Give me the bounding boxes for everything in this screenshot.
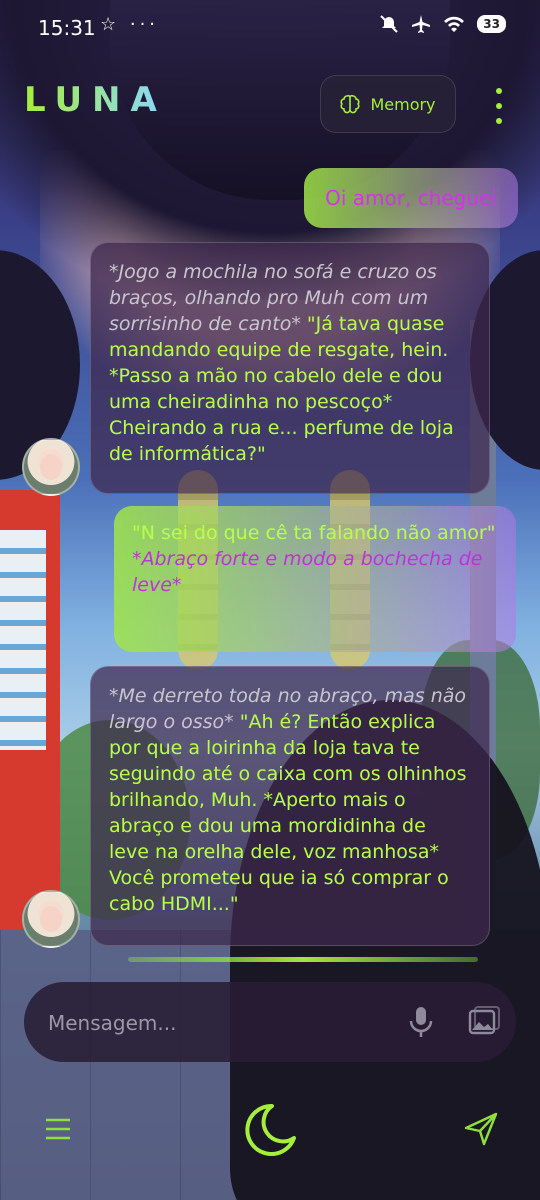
vending-glass bbox=[0, 530, 46, 750]
mic-icon[interactable] bbox=[404, 1004, 438, 1040]
bot-message-speech: "Ah é? Então explica por que a loirinha … bbox=[109, 711, 467, 915]
vending-machine bbox=[0, 490, 60, 930]
app-logo: LUNA bbox=[24, 80, 167, 120]
user-message-action: *Abraço forte e modo a bochecha de leve* bbox=[132, 548, 483, 596]
mute-icon bbox=[380, 15, 399, 33]
avatar[interactable] bbox=[22, 890, 80, 948]
typing-indicator bbox=[128, 957, 478, 962]
status-time: 15:31 bbox=[38, 16, 96, 40]
menu-icon[interactable] bbox=[44, 1116, 72, 1142]
memory-button[interactable]: Memory bbox=[320, 75, 456, 133]
user-message: "N sei do que cê ta falando não amor" *A… bbox=[114, 506, 516, 652]
image-icon[interactable] bbox=[466, 1004, 502, 1040]
avatar[interactable] bbox=[22, 438, 80, 496]
status-bar: 15:31 ☆ ··· 33 bbox=[0, 0, 540, 56]
kebab-menu-icon[interactable] bbox=[493, 88, 505, 124]
user-message: Oi amor, cheguei bbox=[304, 168, 518, 228]
bot-message-speech: "Já tava quase mandando equipe de resgat… bbox=[109, 313, 454, 465]
memory-button-label: Memory bbox=[370, 94, 436, 114]
bot-message: *Me derreto toda no abraço, mas não larg… bbox=[90, 666, 490, 946]
moon-icon[interactable] bbox=[240, 1100, 300, 1160]
status-notification-icons: ☆ ··· bbox=[100, 14, 160, 35]
message-input[interactable] bbox=[46, 1002, 380, 1044]
battery-indicator: 33 bbox=[477, 15, 506, 33]
user-message-quote: "N sei do que cê ta falando não amor" bbox=[132, 522, 496, 544]
send-icon[interactable] bbox=[462, 1110, 500, 1148]
brain-icon bbox=[340, 94, 360, 114]
bot-message: *Jogo a mochila no sofá e cruzo os braço… bbox=[90, 242, 490, 494]
wifi-icon bbox=[444, 16, 465, 32]
user-message-text: Oi amor, cheguei bbox=[325, 186, 497, 210]
message-composer bbox=[24, 982, 516, 1062]
status-right-icons: 33 bbox=[379, 14, 506, 34]
airplane-icon bbox=[412, 15, 431, 33]
